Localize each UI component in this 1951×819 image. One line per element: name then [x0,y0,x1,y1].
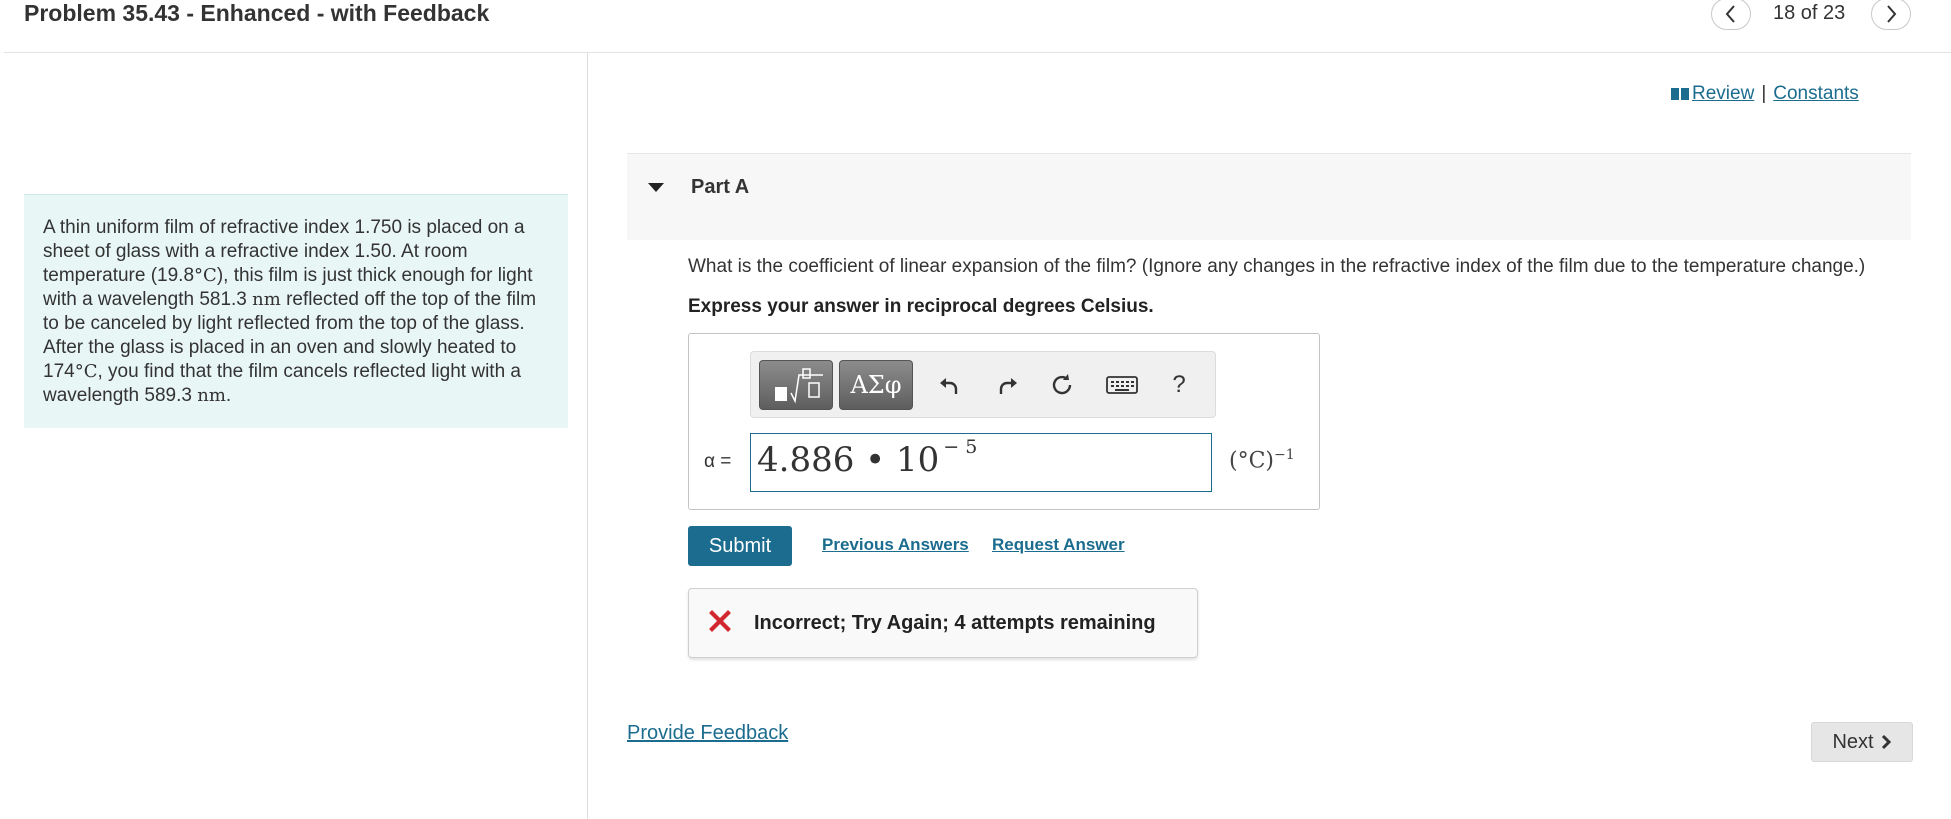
reset-icon [1052,374,1072,395]
book-icon [1671,88,1689,100]
keyboard-icon [1106,376,1138,394]
chevron-right-icon [1881,734,1891,750]
header-divider [4,52,1951,53]
degree-celsius-unit: °C [194,265,217,286]
feedback-message: Incorrect; Try Again; 4 attempts remaini… [754,612,1156,634]
undo-button[interactable] [932,368,966,402]
request-answer-link[interactable]: Request Answer [992,535,1125,555]
next-problem-button[interactable] [1871,0,1911,30]
redo-icon [999,378,1017,394]
next-button-label: Next [1832,730,1874,753]
review-link-label: Review [1692,83,1755,104]
fraction-sqrt-template-icon [775,368,823,404]
unit-exponent: −1 [1274,447,1295,463]
unit-base: (°C) [1229,448,1274,474]
degree-celsius-unit: °C [74,361,98,382]
greek-symbols-button[interactable]: ΑΣφ [839,360,913,410]
math-toolbar: ΑΣφ ? [750,351,1216,418]
incorrect-x-icon [709,610,731,632]
submit-button[interactable]: Submit [688,526,792,566]
answer-instruction: Express your answer in reciprocal degree… [688,296,1154,317]
question-text: What is the coefficient of linear expans… [688,256,1866,277]
caret-down-icon[interactable] [648,183,664,192]
answer-value: 4.886 • 10 [757,440,940,480]
page-title: Problem 35.43 - Enhanced - with Feedback [24,0,490,26]
chevron-right-icon [1887,5,1897,23]
undo-icon [940,378,958,394]
templates-button[interactable] [759,360,833,410]
answer-exponent: − 5 [943,435,978,458]
chevron-left-icon [1725,5,1735,23]
provide-feedback-link[interactable]: Provide Feedback [627,722,788,745]
link-separator: | [1761,83,1767,104]
column-divider [587,53,588,819]
help-button[interactable]: ? [1162,368,1196,402]
problem-counter: 18 of 23 [1773,2,1846,24]
statement-text: , you find that the film cancels reflect… [43,361,521,406]
redo-button[interactable] [991,368,1025,402]
nanometer-unit: nm [197,385,226,406]
answer-input[interactable]: 4.886 • 10− 5 [750,433,1212,492]
part-a-label: Part A [691,176,750,198]
previous-answers-link[interactable]: Previous Answers [822,535,969,555]
resource-links: Review | Constants [1671,83,1859,105]
previous-problem-button[interactable] [1711,0,1751,30]
answer-variable-label: α = [704,451,732,472]
statement-text: . [225,385,232,406]
part-a-header[interactable] [627,153,1911,240]
problem-statement: A thin uniform film of refractive index … [24,194,568,428]
constants-link[interactable]: Constants [1773,83,1859,104]
nanometer-unit: nm [252,289,281,310]
next-button[interactable]: Next [1811,722,1913,762]
review-link[interactable]: Review [1671,83,1754,104]
keyboard-button[interactable] [1104,368,1140,402]
answer-unit: (°C)−1 [1229,447,1295,473]
reset-button[interactable] [1045,368,1079,402]
